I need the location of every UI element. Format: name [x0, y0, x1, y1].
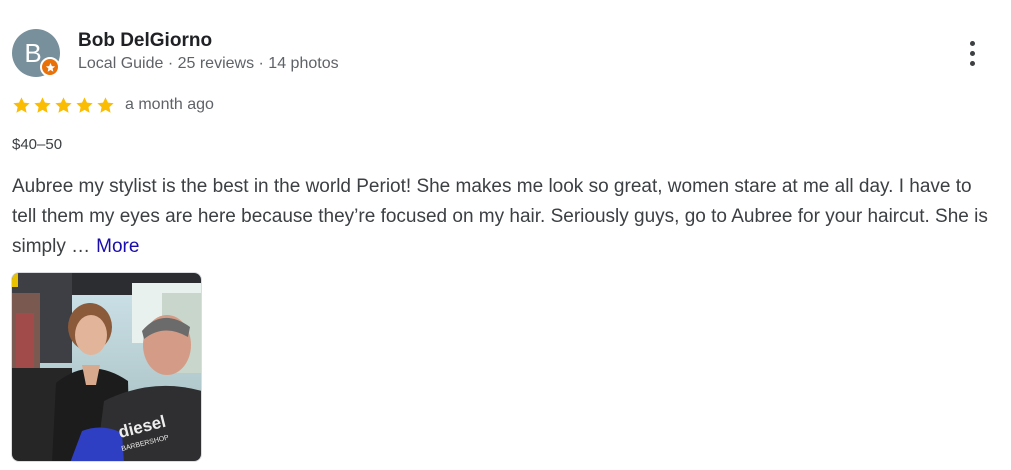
review-photo[interactable]: diesel BARBERSHOP — [11, 272, 202, 462]
star-icon — [96, 96, 115, 115]
review-body: Aubree my stylist is the best in the wor… — [12, 176, 988, 257]
more-link[interactable]: More — [96, 236, 139, 257]
rating-row: a month ago — [12, 94, 214, 116]
review-card: B Bob DelGiorno Local Guide · 25 reviews… — [0, 0, 1011, 470]
author-name[interactable]: Bob DelGiorno — [78, 30, 212, 52]
menu-dot — [969, 50, 975, 56]
menu-dot — [969, 40, 975, 46]
star-icon — [54, 96, 73, 115]
avatar-initial: B — [24, 38, 42, 68]
author-meta[interactable]: Local Guide · 25 reviews · 14 photos — [78, 55, 339, 73]
review-text: Aubree my stylist is the best in the wor… — [12, 172, 997, 262]
price-range: $40–50 — [12, 136, 63, 153]
star-icon — [75, 96, 94, 115]
more-vert-icon[interactable] — [956, 36, 988, 70]
menu-dot — [969, 60, 975, 66]
author-avatar[interactable]: B — [12, 29, 60, 77]
local-guide-star-icon — [40, 57, 60, 77]
star-icon — [33, 96, 52, 115]
photo-image: diesel BARBERSHOP — [12, 273, 201, 461]
review-date: a month ago — [125, 96, 214, 113]
star-icon — [12, 96, 31, 115]
star-rating — [12, 96, 115, 115]
